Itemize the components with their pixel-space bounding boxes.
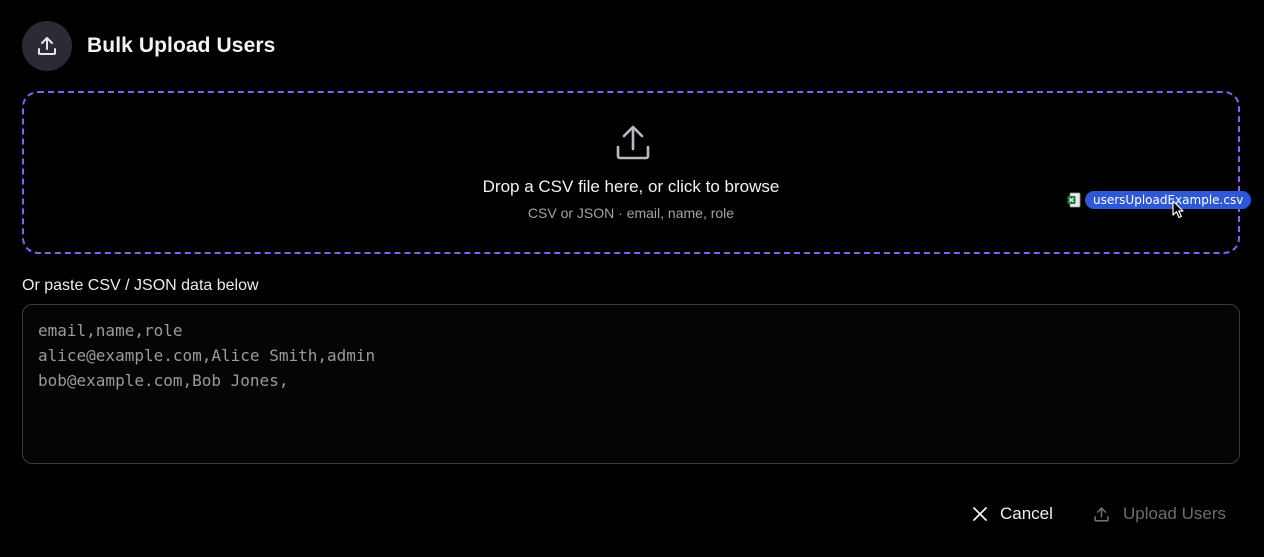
file-dropzone[interactable]: Drop a CSV file here, or click to browse… [22, 91, 1240, 254]
excel-file-icon [1067, 192, 1081, 208]
dragged-file-name: usersUploadExample.csv [1085, 191, 1252, 209]
pointer-cursor-icon [1172, 200, 1184, 219]
bulk-upload-dialog: Bulk Upload Users Drop a CSV file here, … [0, 0, 1264, 557]
upload-users-button-label: Upload Users [1123, 504, 1226, 523]
upload-icon [1094, 506, 1109, 522]
close-icon [973, 507, 987, 521]
upload-icon [22, 21, 72, 71]
paste-data-textarea[interactable] [22, 304, 1240, 464]
paste-data-label: Or paste CSV / JSON data below [22, 277, 259, 294]
dragged-file-preview: usersUploadExample.csv [1067, 191, 1252, 209]
cancel-button[interactable]: Cancel [972, 500, 1053, 528]
upload-icon [616, 125, 650, 160]
dropzone-subtitle: CSV or JSON · email, name, role [527, 205, 735, 221]
dropzone-title: Drop a CSV file here, or click to browse [482, 177, 780, 196]
upload-users-button[interactable]: Upload Users [1092, 500, 1226, 528]
cancel-button-label: Cancel [1000, 504, 1053, 523]
dialog-header: Bulk Upload Users [22, 21, 275, 71]
page-title: Bulk Upload Users [87, 34, 276, 57]
